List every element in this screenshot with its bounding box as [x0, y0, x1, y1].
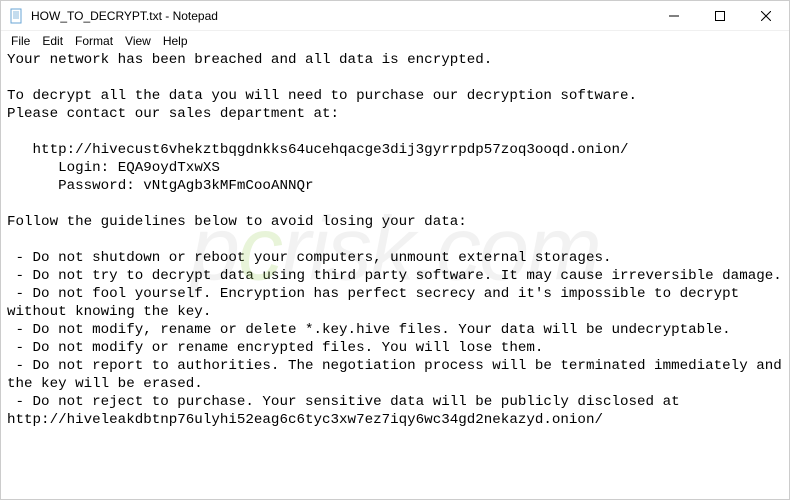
maximize-button[interactable] — [697, 1, 743, 30]
minimize-button[interactable] — [651, 1, 697, 30]
menu-file[interactable]: File — [5, 33, 36, 49]
notepad-icon — [9, 8, 25, 24]
window-title: HOW_TO_DECRYPT.txt - Notepad — [31, 9, 651, 23]
menu-help[interactable]: Help — [157, 33, 194, 49]
window-controls — [651, 1, 789, 30]
close-button[interactable] — [743, 1, 789, 30]
menu-edit[interactable]: Edit — [36, 33, 69, 49]
titlebar: HOW_TO_DECRYPT.txt - Notepad — [1, 1, 789, 31]
menu-format[interactable]: Format — [69, 33, 119, 49]
menubar: File Edit Format View Help — [1, 31, 789, 51]
menu-view[interactable]: View — [119, 33, 157, 49]
text-area[interactable]: Your network has been breached and all d… — [1, 51, 789, 501]
